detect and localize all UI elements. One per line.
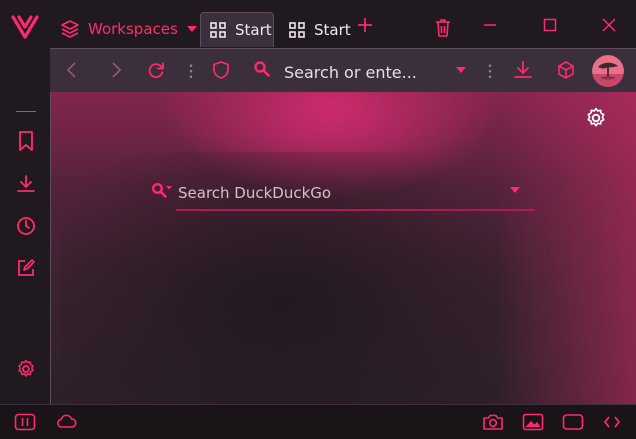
new-tab-button[interactable]: [356, 16, 374, 34]
history-icon[interactable]: [14, 214, 38, 238]
downloads-icon[interactable]: [14, 172, 38, 196]
speed-dial-icon: [209, 21, 227, 39]
search-icon: [151, 182, 173, 200]
extensions-button[interactable]: [556, 60, 576, 80]
tab-bar: Workspaces Start Start: [50, 0, 636, 48]
trash-icon: [434, 18, 452, 38]
closed-tabs-trash-button[interactable]: [434, 18, 452, 38]
capture-button[interactable]: [482, 413, 504, 431]
workspaces-label: Workspaces: [88, 20, 178, 38]
sidebar-divider: [16, 111, 36, 112]
maximize-icon: [543, 18, 557, 32]
chevron-down-icon: [186, 25, 198, 33]
cube-icon: [556, 60, 576, 80]
panel-toggle-icon: [14, 413, 36, 431]
start-page-settings-button[interactable]: [585, 107, 607, 129]
capture-icon: [482, 413, 504, 431]
profile-avatar[interactable]: [592, 55, 624, 87]
tab-start-active[interactable]: Start: [200, 12, 274, 47]
chevron-left-icon: [62, 60, 82, 80]
workspaces-icon: [60, 19, 80, 39]
status-bar: [0, 404, 636, 439]
search-underline: [176, 209, 535, 211]
window-icon: [562, 413, 584, 431]
minimize-icon: [483, 18, 497, 32]
back-button[interactable]: [62, 60, 82, 80]
reload-button[interactable]: [146, 60, 166, 80]
gear-icon: [585, 107, 607, 129]
minimize-button[interactable]: [472, 12, 508, 38]
bookmarks-icon[interactable]: [14, 129, 38, 153]
reload-icon: [146, 60, 166, 80]
toolbar-separator: [189, 63, 193, 79]
search-engine-dropdown[interactable]: [509, 186, 521, 194]
background-glow: [496, 92, 636, 404]
search-input[interactable]: [176, 178, 500, 208]
downloads-button[interactable]: [513, 60, 533, 80]
address-dropdown-button[interactable]: [455, 66, 467, 74]
address-search-icon: [253, 60, 271, 78]
address-bar: [50, 48, 636, 92]
sync-button[interactable]: [55, 413, 77, 429]
start-page: [50, 92, 636, 404]
address-input[interactable]: [282, 57, 426, 87]
cloud-sync-icon: [55, 413, 77, 429]
maximize-button[interactable]: [532, 12, 568, 38]
vivaldi-logo-icon[interactable]: [10, 12, 40, 42]
shield-icon: [212, 60, 230, 80]
site-info-button[interactable]: [212, 60, 230, 80]
notes-icon[interactable]: [14, 256, 38, 280]
images-toggle-button[interactable]: [522, 413, 544, 431]
close-icon: [602, 18, 616, 32]
panel-toggle-button[interactable]: [14, 413, 36, 431]
code-icon: [602, 413, 622, 431]
start-page-search: [151, 178, 536, 212]
tiling-button[interactable]: [562, 413, 584, 431]
speed-dial-icon: [288, 21, 306, 39]
close-window-button[interactable]: [591, 12, 627, 38]
tab-label: Start: [235, 21, 272, 39]
page-actions-button[interactable]: [602, 413, 622, 431]
workspaces-button[interactable]: Workspaces: [60, 14, 198, 44]
toolbar-separator: [488, 63, 492, 79]
plus-icon: [356, 16, 374, 34]
chevron-down-icon: [455, 66, 467, 74]
chevron-right-icon: [106, 60, 126, 80]
settings-icon[interactable]: [14, 357, 38, 381]
forward-button[interactable]: [106, 60, 126, 80]
tab-start[interactable]: Start: [280, 12, 359, 47]
side-panel: [0, 0, 50, 404]
tab-label: Start: [314, 20, 351, 39]
image-icon: [522, 413, 544, 431]
download-icon: [513, 60, 533, 80]
